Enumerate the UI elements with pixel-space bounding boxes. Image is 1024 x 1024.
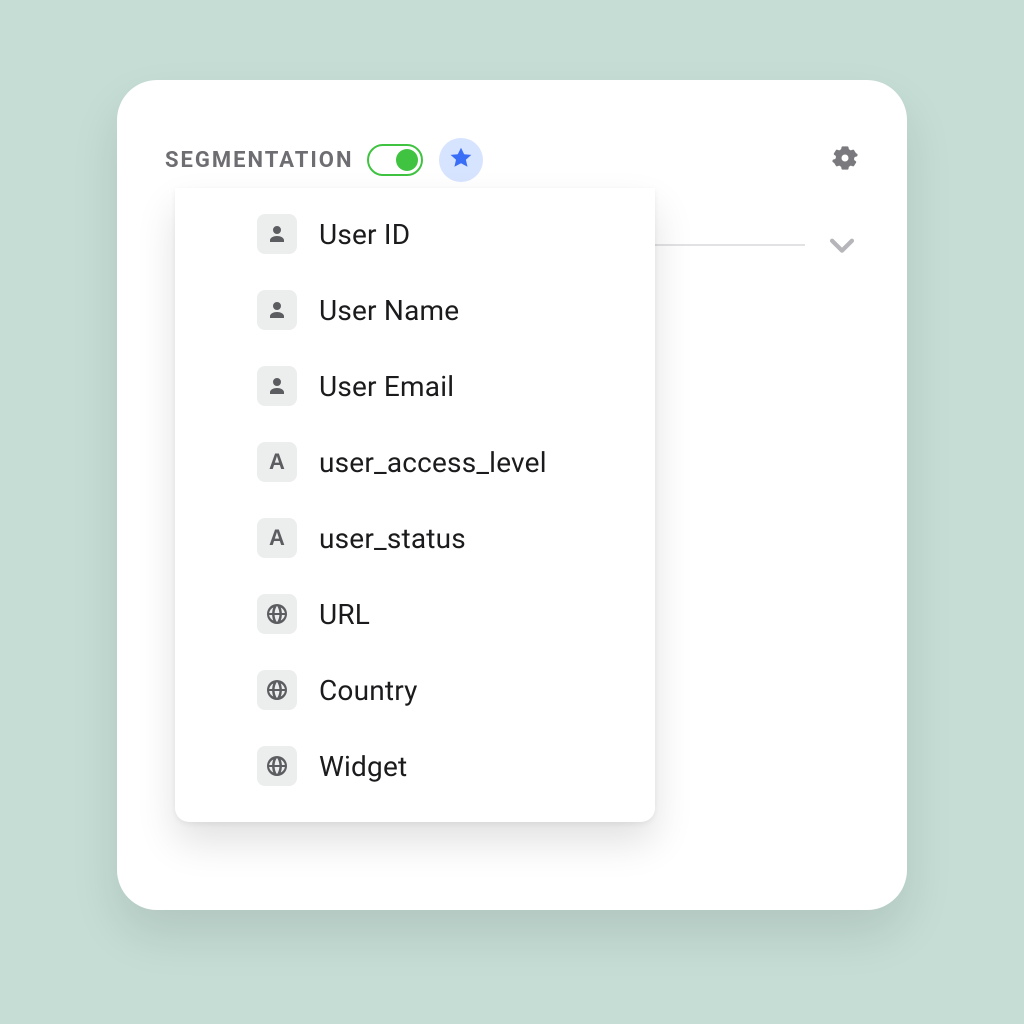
dropdown-item-label: User Email	[319, 370, 454, 403]
dropdown-item-label: URL	[319, 598, 370, 631]
globe-icon	[257, 594, 297, 634]
favorite-star-badge[interactable]	[439, 138, 483, 182]
segmentation-title: SEGMENTATION	[165, 148, 353, 173]
dropdown-item-label: User Name	[319, 294, 459, 327]
panel-header: SEGMENTATION	[117, 80, 907, 202]
dropdown-item-label: user_status	[319, 522, 466, 555]
person-icon	[257, 290, 297, 330]
dropdown-item-user-access-level[interactable]: A user_access_level	[175, 424, 655, 500]
person-icon	[257, 366, 297, 406]
dropdown-item-label: user_access_level	[319, 446, 547, 479]
dropdown-item-url[interactable]: URL	[175, 576, 655, 652]
dropdown-item-user-email[interactable]: User Email	[175, 348, 655, 424]
dropdown-item-user-name[interactable]: User Name	[175, 272, 655, 348]
gear-icon	[831, 144, 859, 176]
segmentation-toggle[interactable]	[367, 144, 423, 176]
globe-icon	[257, 670, 297, 710]
dropdown-item-country[interactable]: Country	[175, 652, 655, 728]
text-type-icon: A	[257, 518, 297, 558]
globe-icon	[257, 746, 297, 786]
dropdown-item-widget[interactable]: Widget	[175, 728, 655, 804]
dropdown-item-label: User ID	[319, 218, 410, 251]
chevron-down-icon	[825, 228, 859, 262]
person-icon	[257, 214, 297, 254]
settings-button[interactable]	[831, 144, 859, 176]
segmentation-panel: SEGMENTATION User ID	[117, 80, 907, 910]
dropdown-item-label: Country	[319, 674, 418, 707]
segment-field-dropdown: User ID User Name User Email A user_acce…	[175, 188, 655, 822]
dropdown-item-user-id[interactable]: User ID	[175, 188, 655, 272]
dropdown-item-label: Widget	[319, 750, 407, 783]
star-icon	[448, 145, 474, 175]
text-type-icon: A	[257, 442, 297, 482]
dropdown-item-user-status[interactable]: A user_status	[175, 500, 655, 576]
